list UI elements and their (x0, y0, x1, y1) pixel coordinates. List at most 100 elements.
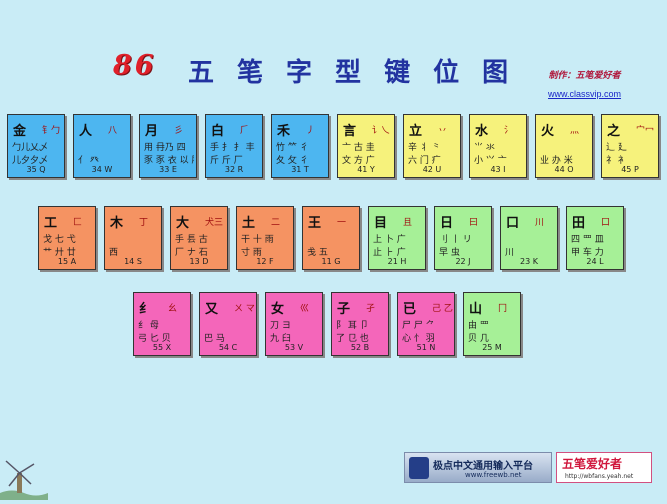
key-main: 田 (572, 216, 586, 231)
freewb-banner-url: www.freewb.net (465, 471, 522, 479)
key-code: 31 T (291, 165, 309, 174)
key-r1: 辛 丬 ⺀ (408, 143, 441, 153)
key-code: 13 D (189, 257, 209, 266)
freewb-banner-text: 极点中文通用输入平台 (433, 461, 533, 472)
key-r1: 用 冄乃 四 (144, 143, 186, 153)
key-aux: 钅勹 (42, 126, 61, 136)
key-2: 月彡用 冄乃 四豕 豕 衣 以 ⺼33 E (139, 114, 197, 178)
key-main: 立 (409, 124, 423, 139)
key-6: 立丷辛 丬 ⺀六 门 疒 42 U (403, 114, 461, 178)
key-main: 大 (176, 216, 190, 231)
key-r1: 辶 廴 (606, 143, 627, 153)
freewb-banner[interactable]: 极点中文通用输入平台 www.freewb.net (404, 452, 552, 483)
key-16: 日曰刂 丨 リ早 虫 22 J (434, 206, 492, 270)
key-aux: 匚 (73, 218, 83, 228)
key-r1: 阝 耳 卩 (336, 321, 369, 331)
key-aux: 犬三 (205, 218, 224, 228)
key-r1: 刀 ヨ (270, 321, 291, 331)
key-r1: 纟 母 (138, 321, 159, 331)
key-main: 工 (44, 216, 58, 231)
key-aux: 且 (403, 218, 413, 228)
key-code: 14 S (124, 257, 142, 266)
key-main: 白 (211, 124, 225, 139)
key-code: 33 E (159, 165, 177, 174)
key-7: 水氵⺌ 氺小 ⺍ 亠 43 I (469, 114, 527, 178)
page-title: 86 五 笔 字 型 键 位 图 (113, 50, 533, 88)
title-char: 键 (384, 58, 411, 88)
key-aux: 己 乙 (432, 304, 453, 314)
key-aux: 丁 (139, 218, 149, 228)
key-r1: 勹儿乂乄 (12, 143, 49, 153)
key-r1: 戈 七 弋 (43, 235, 76, 245)
key-8: 火灬业 办 米 44 O (535, 114, 593, 178)
wbfans-banner[interactable]: 五笔爱好者 http://wbfans.yeah.net (556, 452, 652, 483)
key-code: 24 L (586, 257, 604, 266)
key-aux: 二 (271, 218, 281, 228)
title-char: 字 (286, 58, 313, 88)
key-aux: 口 (601, 218, 611, 228)
key-code: 15 A (57, 257, 77, 266)
credit-text: 制作：五笔爱好者 (548, 71, 621, 81)
key-main: 女 (271, 302, 285, 317)
title-char: 位 (433, 58, 460, 88)
title-char: 图 (482, 58, 509, 88)
key-r1: 干 十 雨 (241, 235, 274, 245)
key-code: 23 K (520, 257, 538, 266)
key-23: 已己 乙尸 尸 ⺈心 忄 羽 51 N (397, 292, 455, 356)
key-13: 土二干 十 雨寸 雨 12 F (236, 206, 294, 270)
key-aux: 灬 (570, 126, 580, 136)
key-1: 人八亻 癶 34 W (73, 114, 131, 178)
key-aux: 讠乀 (372, 126, 391, 136)
key-r1: 刂 丨 リ (439, 235, 472, 245)
site-link[interactable]: www.classvip.com (548, 89, 621, 99)
key-main: 月 (145, 124, 159, 139)
key-code: 12 F (256, 257, 274, 266)
key-main: 土 (242, 216, 256, 231)
key-code: 43 I (490, 165, 506, 174)
key-main: 日 (440, 216, 454, 231)
key-main: 金 (13, 124, 27, 139)
key-4: 禾丿竹 ⺮ 彳夂 攵 彳 31 T (271, 114, 329, 178)
title-chars: 五 笔 字 型 键 位 图 (188, 52, 508, 89)
key-aux: 丷 (438, 126, 448, 136)
wbfans-banner-url: http://wbfans.yeah.net (565, 473, 634, 480)
key-14: 王一戋 五 11 G (302, 206, 360, 270)
key-21: 女巛刀 ヨ九 臼 53 V (265, 292, 323, 356)
key-r1: 四 罒 皿 (571, 235, 604, 245)
key-r1: ⺌ 氺 (474, 143, 495, 153)
key-aux: 川 (535, 218, 545, 228)
key-code: 52 B (350, 343, 370, 352)
key-aux: 彡 (174, 126, 184, 136)
key-code: 42 U (422, 165, 442, 174)
key-code: 22 J (455, 257, 471, 266)
title-number: 86 (113, 50, 157, 81)
key-main: 已 (403, 302, 417, 317)
key-aux: ⺁ (240, 126, 250, 136)
key-24: 山冂由 罒贝 几 25 M (463, 292, 521, 356)
key-main: 山 (469, 302, 483, 317)
key-aux: 曰 (469, 218, 479, 228)
key-main: 禾 (277, 124, 291, 139)
key-main: 人 (79, 124, 93, 139)
wbfans-banner-text: 五笔爱好者 (562, 457, 623, 471)
key-main: 目 (374, 216, 388, 231)
key-18: 田口四 罒 皿甲 车 力 24 L (566, 206, 624, 270)
key-code: 21 H (387, 257, 407, 266)
key-r1: 竹 ⺮ 彳 (276, 143, 309, 153)
key-main: 口 (506, 216, 520, 231)
key-code: 25 M (482, 343, 502, 352)
key-main: 子 (337, 302, 351, 317)
key-aux: 冂 (498, 304, 508, 314)
key-code: 45 P (621, 165, 639, 174)
key-main: 言 (343, 124, 357, 139)
key-r1: 尸 尸 ⺈ (402, 321, 435, 331)
key-9: 之宀冖辶 廴礻 衤 45 P (601, 114, 659, 178)
freewb-logo-icon (409, 457, 429, 479)
key-main: 水 (475, 124, 489, 139)
key-r1: 手 扌 ⺘ 丰 (210, 143, 255, 153)
key-aux: ㄨ マ (234, 304, 255, 314)
key-main: 纟 (139, 302, 153, 317)
key-19: 纟幺纟 母弓 匕 贝 55 X (133, 292, 191, 356)
key-main: 王 (308, 216, 322, 231)
key-aux: 一 (337, 218, 347, 228)
